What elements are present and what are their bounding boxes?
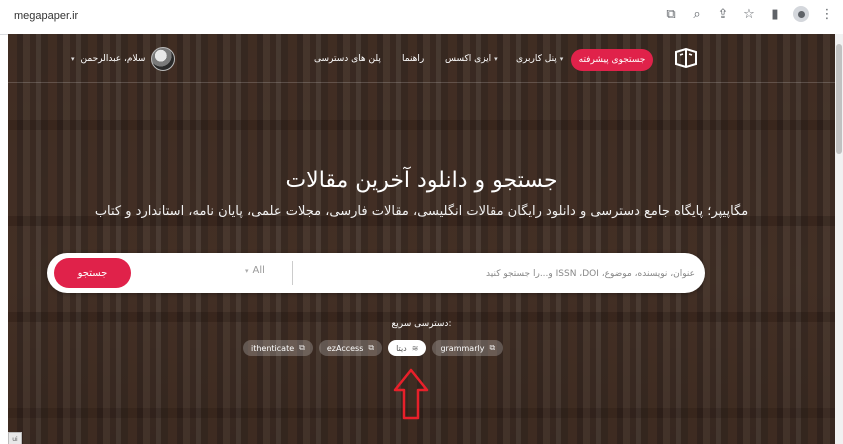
hero-section: جستجوی پیشرفته پنل کاربری ▾ ایزی اکسس ▾ را… [8,34,835,444]
address-bar[interactable]: megapaper.ir [14,10,78,22]
nav-access-plans[interactable]: پلن های دسترسی [314,54,381,64]
chip-data[interactable]: دیتا ≋ [388,340,427,356]
database-icon: ≋ [411,343,419,353]
chevron-down-icon: ▾ [245,267,249,275]
translate-icon[interactable]: ⧉ [663,6,679,22]
chip-grammarly[interactable]: grammarly ⧉ [432,340,504,356]
star-icon[interactable]: ☆ [741,6,757,22]
sidepanel-icon[interactable]: ▮ [767,6,783,22]
external-link-icon: ⧉ [489,343,496,352]
filter-select[interactable]: ▾ All [242,265,265,276]
profile-icon[interactable] [793,6,809,22]
avatar [151,47,176,71]
external-link-icon: ⧉ [299,343,305,352]
share-icon[interactable]: ⇪ [715,6,731,22]
page-title: جستجو و دانلود آخرین مقالات [285,168,558,193]
nav-user-panel[interactable]: پنل کاربری ▾ [516,54,563,64]
chip-ithenticate[interactable]: ithenticate ⧉ [243,340,313,356]
chip-ezaccess[interactable]: ezAccess ⧉ [318,340,383,356]
top-nav: جستجوی پیشرفته پنل کاربری ▾ ایزی اکسس ▾ را… [8,34,835,83]
page-subtitle: مگاپیپر؛ پایگاه جامع دسترسی و دانلود رای… [94,204,749,219]
browser-toolbar: megapaper.ir ⧉ ⌕ ⇪ ☆ ▮ ⋮ [0,0,843,35]
user-greeting: سلام، عبدالرحمن [80,54,146,64]
zoom-icon[interactable]: ⌕ [689,6,705,22]
extension-icon[interactable]: ui [8,432,22,444]
search-input[interactable] [307,257,697,291]
user-menu[interactable]: ▾ سلام، عبدالرحمن [68,47,176,71]
browser-window: megapaper.ir ⧉ ⌕ ⇪ ☆ ▮ ⋮ جستجوی پیشرفته … [0,0,843,444]
chevron-down-icon: ▾ [71,55,75,63]
toolbar-icons: ⧉ ⌕ ⇪ ☆ ▮ ⋮ [663,6,835,22]
scrollbar[interactable] [835,34,843,444]
quick-access-chips: ithenticate ⧉ ezAccess ⧉ دیتا ≋ grammarly ⧉ [243,340,504,356]
chevron-down-icon: ▾ [494,55,498,63]
nav-guide[interactable]: راهنما [402,54,424,64]
external-link-icon: ⧉ [368,343,375,352]
chevron-down-icon: ▾ [559,55,564,63]
logo-icon[interactable] [674,48,698,68]
red-arrow-annotation [393,368,429,420]
search-button[interactable]: جستجو [54,258,131,288]
search-bar: جستجو ▾ All [47,253,705,293]
quick-access-label: دسترسی سریع: [391,319,452,329]
advanced-search-button[interactable]: جستجوی پیشرفته [571,49,653,71]
kebab-icon[interactable]: ⋮ [819,6,835,22]
nav-easy-access[interactable]: ایزی اکسس ▾ [445,54,498,64]
